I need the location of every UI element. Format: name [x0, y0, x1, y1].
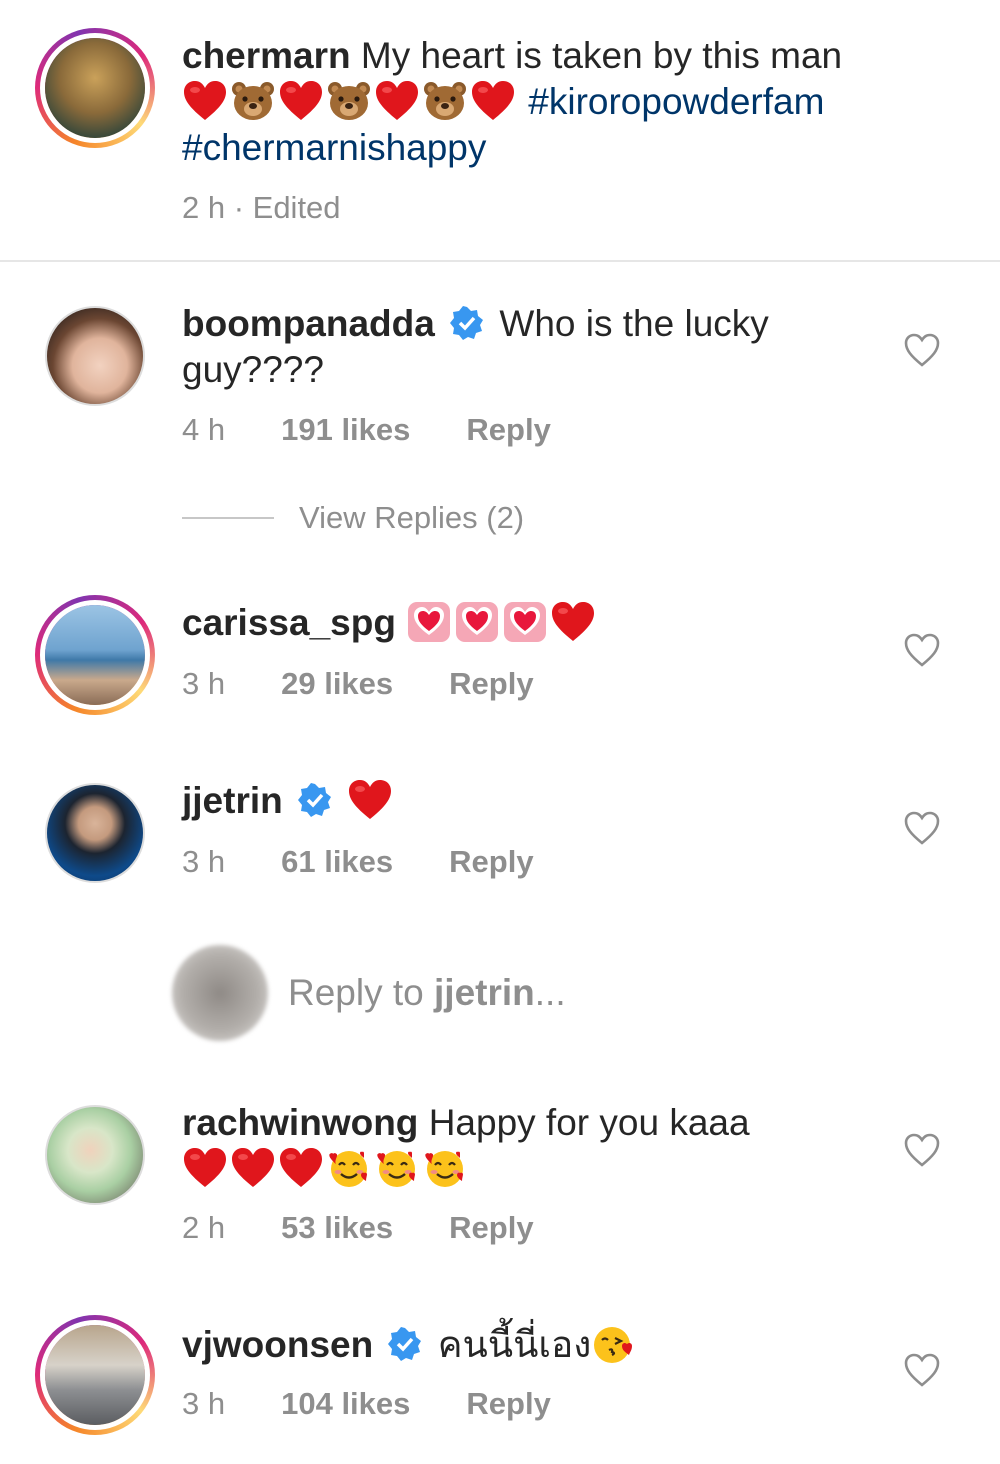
comment-meta: 3 h 61 likes Reply: [182, 844, 590, 880]
comment-message: Happy for you kaaa: [428, 1102, 750, 1143]
bear-face-icon: [422, 80, 468, 122]
red-heart-icon: [347, 779, 393, 821]
comment-text: carissa_spg: [182, 600, 880, 646]
reply-input[interactable]: Reply to jjetrin...: [172, 945, 566, 1041]
heart-decoration-icon: [406, 601, 452, 643]
hashtag-link[interactable]: #chermarnishappy: [182, 127, 486, 168]
caption-emojis: [182, 81, 528, 122]
like-heart-icon[interactable]: [903, 1352, 941, 1388]
smiling-face-with-hearts-icon: [422, 1147, 468, 1189]
verified-badge-icon: [450, 306, 484, 340]
heart-decoration-icon: [502, 601, 548, 643]
comment-message: guy????: [182, 349, 324, 390]
timestamp: 3 h: [182, 666, 226, 701]
comment-item: vjwoonsen คนนี้นี่เอง 3 h 104 likes Repl…: [0, 1310, 1000, 1460]
caption-message: My heart is taken by this man: [360, 35, 843, 76]
caption: chermarn My heart is taken by this man #…: [0, 0, 1000, 260]
reply-button[interactable]: Reply: [466, 1386, 550, 1422]
avatar-carissa_spg[interactable]: [35, 595, 155, 715]
like-heart-icon[interactable]: [903, 1132, 941, 1168]
timestamp: 2 h: [182, 1210, 226, 1245]
caption-text: chermarn My heart is taken by this man #…: [182, 33, 880, 171]
comment-item: boompanadda Who is the lucky guy???? 4 h…: [0, 262, 1000, 492]
comment-item: carissa_spg 3 h 29 likes Reply: [0, 590, 1000, 740]
likes-count[interactable]: 104 likes: [281, 1386, 410, 1422]
reply-button[interactable]: Reply: [466, 412, 550, 448]
caption-username[interactable]: chermarn: [182, 35, 351, 76]
caption-meta: 2 h · Edited: [182, 190, 397, 226]
likes-count[interactable]: 61 likes: [281, 844, 393, 880]
face-blowing-kiss-icon: [591, 1323, 637, 1365]
comment-text: rachwinwong Happy for you kaaa: [182, 1100, 880, 1192]
red-heart-icon: [278, 1147, 324, 1189]
view-replies[interactable]: View Replies (2): [182, 500, 524, 536]
comment-text: boompanadda Who is the lucky guy????: [182, 301, 880, 393]
bear-face-icon: [230, 80, 276, 122]
comment-item: rachwinwong Happy for you kaaa 2 h 53 li…: [0, 1090, 1000, 1270]
comment-message: คนนี้นี่เอง: [437, 1324, 592, 1365]
comment-meta: 3 h 29 likes Reply: [182, 666, 590, 702]
comment-meta: 2 h 53 likes Reply: [182, 1210, 590, 1246]
comment-username[interactable]: vjwoonsen: [182, 1324, 373, 1365]
red-heart-icon: [230, 1147, 276, 1189]
timestamp: 4 h: [182, 412, 226, 447]
likes-count[interactable]: 29 likes: [281, 666, 393, 702]
red-heart-icon: [374, 80, 420, 122]
verified-badge-icon: [298, 783, 332, 817]
heart-decoration-icon: [454, 601, 500, 643]
likes-count[interactable]: 53 likes: [281, 1210, 393, 1246]
red-heart-icon: [278, 80, 324, 122]
timestamp: 2 h · Edited: [182, 190, 341, 225]
current-user-avatar: [172, 945, 268, 1041]
like-heart-icon[interactable]: [903, 332, 941, 368]
comment-item: jjetrin 3 h 61 likes Reply: [0, 770, 1000, 920]
comment-text: vjwoonsen คนนี้นี่เอง: [182, 1322, 880, 1368]
comment-username[interactable]: rachwinwong: [182, 1102, 418, 1143]
replies-line: [182, 517, 274, 519]
reply-button[interactable]: Reply: [449, 666, 533, 702]
red-heart-icon: [182, 80, 228, 122]
comment-message: Who is the lucky: [499, 303, 769, 344]
timestamp: 3 h: [182, 1386, 226, 1421]
reply-button[interactable]: Reply: [449, 844, 533, 880]
comment-meta: 3 h 104 likes Reply: [182, 1386, 607, 1422]
bear-face-icon: [326, 80, 372, 122]
reply-button[interactable]: Reply: [449, 1210, 533, 1246]
smiling-face-with-hearts-icon: [326, 1147, 372, 1189]
red-heart-icon: [550, 601, 596, 643]
comment-meta: 4 h 191 likes Reply: [182, 412, 607, 448]
smiling-face-with-hearts-icon: [374, 1147, 420, 1189]
reply-placeholder[interactable]: Reply to jjetrin...: [288, 972, 566, 1014]
comment-text: jjetrin: [182, 778, 880, 824]
avatar-chermarn[interactable]: [35, 28, 155, 148]
verified-badge-icon: [388, 1327, 422, 1361]
comment-username[interactable]: boompanadda: [182, 303, 435, 344]
red-heart-icon: [182, 1147, 228, 1189]
like-heart-icon[interactable]: [903, 632, 941, 668]
like-heart-icon[interactable]: [903, 810, 941, 846]
avatar-vjwoonsen[interactable]: [35, 1315, 155, 1435]
avatar-rachwinwong[interactable]: [45, 1105, 145, 1205]
timestamp: 3 h: [182, 844, 226, 879]
avatar-boompanadda[interactable]: [45, 306, 145, 406]
view-replies-label[interactable]: View Replies (2): [299, 500, 524, 536]
hashtag-link[interactable]: #kiroropowderfam: [528, 81, 824, 122]
comment-username[interactable]: carissa_spg: [182, 602, 396, 643]
avatar-jjetrin[interactable]: [45, 783, 145, 883]
likes-count[interactable]: 191 likes: [281, 412, 410, 448]
comment-username[interactable]: jjetrin: [182, 780, 283, 821]
red-heart-icon: [470, 80, 516, 122]
